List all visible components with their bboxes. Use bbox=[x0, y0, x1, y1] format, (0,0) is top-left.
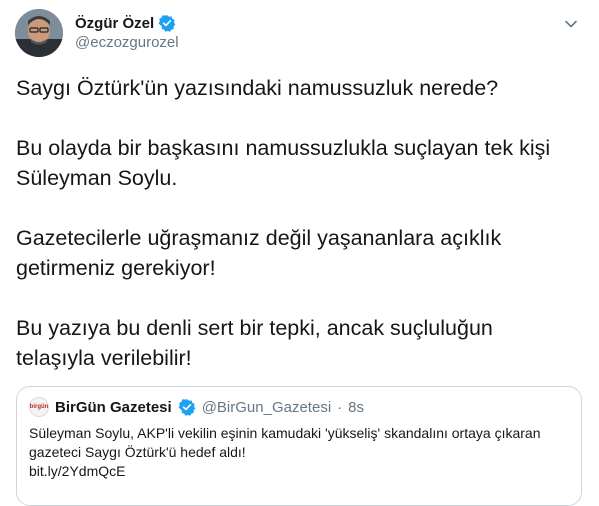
quoted-tweet-text: Süleyman Soylu, AKP'li vekilin eşinin ka… bbox=[29, 424, 569, 481]
separator-dot: · bbox=[337, 398, 343, 416]
author-handle[interactable]: @eczozgurozel bbox=[75, 34, 179, 51]
quoted-author-handle: @BirGun_Gazetesi bbox=[201, 398, 332, 416]
tweet-text: Saygı Öztürk'ün yazısındaki namussuzluk … bbox=[16, 73, 576, 403]
chevron-down-icon[interactable] bbox=[559, 12, 583, 36]
quoted-text-line: gazeteci Saygı Öztürk'ü hedef aldı! bbox=[29, 444, 246, 460]
quoted-tweet[interactable]: birgün BirGün Gazetesi @BirGun_Gazetesi … bbox=[16, 386, 582, 506]
verified-badge-icon bbox=[158, 14, 176, 32]
quoted-author-name: BirGün Gazetesi bbox=[55, 398, 172, 416]
tweet-paragraph: Bu olayda bir başkasını namussuzlukla su… bbox=[16, 136, 551, 190]
quoted-link[interactable]: bit.ly/2YdmQcE bbox=[29, 462, 569, 481]
verified-badge-icon bbox=[178, 398, 196, 416]
quoted-avatar: birgün bbox=[29, 397, 49, 417]
quoted-tweet-header: birgün BirGün Gazetesi @BirGun_Gazetesi … bbox=[29, 397, 364, 417]
avatar[interactable] bbox=[15, 9, 63, 57]
quoted-text-line: Süleyman Soylu, AKP'li vekilin eşinin ka… bbox=[29, 425, 541, 441]
tweet-paragraph: Saygı Öztürk'ün yazısındaki namussuzluk … bbox=[16, 76, 499, 100]
avatar-photo bbox=[15, 9, 63, 57]
author-header: Özgür Özel bbox=[75, 14, 176, 32]
tweet-paragraph: Bu yazıya bu denli sert bir tepki, ancak… bbox=[16, 316, 493, 370]
quoted-timestamp: 8s bbox=[348, 398, 364, 416]
tweet-paragraph: Gazetecilerle uğraşmanız değil yaşananla… bbox=[16, 226, 502, 280]
author-name[interactable]: Özgür Özel bbox=[75, 15, 154, 32]
